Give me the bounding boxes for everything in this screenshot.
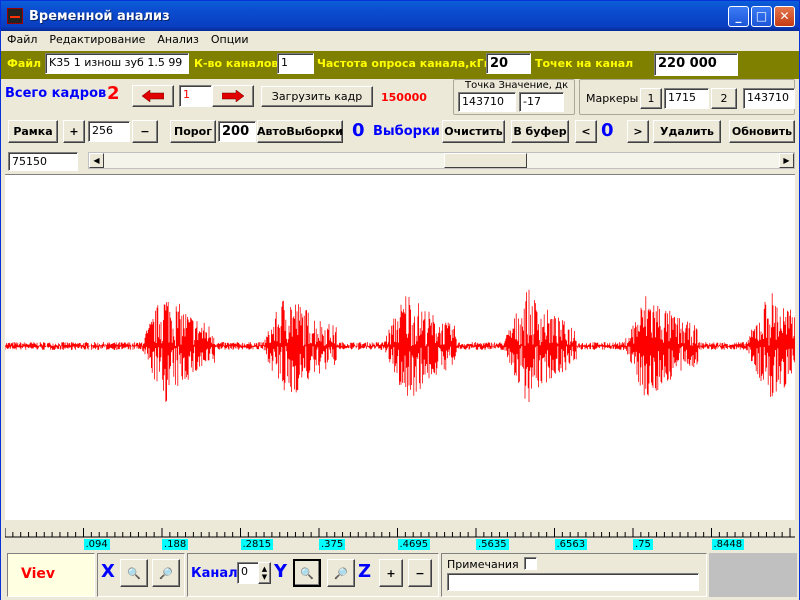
z-plus-button[interactable]: + <box>379 559 403 587</box>
menu-analysis[interactable]: Анализ <box>151 31 205 50</box>
status-panel <box>709 553 797 597</box>
threshold-button[interactable]: Порог <box>170 120 216 143</box>
samples-toolbar: Рамка + 256 − Порог 200 АвтоВыборки 0 Вы… <box>1 118 799 146</box>
menu-bar: Файл Редактирование Анализ Опции <box>1 31 799 50</box>
view-label: Viev <box>21 566 56 582</box>
threshold-field[interactable]: 200 <box>218 121 256 142</box>
x-zoom-out-button[interactable]: 🔎 <box>152 559 180 587</box>
position-field[interactable]: 75150 <box>8 152 78 171</box>
minimize-button[interactable]: _ <box>728 6 749 27</box>
channel-spinner[interactable]: ▲ ▼ <box>258 562 271 584</box>
buffer-next-button[interactable]: > <box>627 120 649 143</box>
main-window: Временной анализ _ □ ✕ Файл Редактирован… <box>0 0 800 600</box>
y-zoom-in-button[interactable]: 🔍 <box>293 559 321 587</box>
window-title: Временной анализ <box>29 8 170 24</box>
right-arrow-icon <box>222 90 244 102</box>
notes-field[interactable] <box>447 573 699 591</box>
left-arrow-icon <box>142 90 164 102</box>
zoom-in-icon: 🔍 <box>127 566 141 580</box>
markers-label: Маркеры <box>586 92 639 105</box>
title-bar[interactable]: Временной анализ _ □ ✕ <box>1 1 799 31</box>
zoom-in-icon: 🔍 <box>300 566 314 580</box>
sample-rate-label: Частота опроса канала,кГц <box>317 57 492 70</box>
point-group-label: Точка Значение, дк <box>465 80 569 91</box>
file-info-bar: Файл K35 1 изнош зуб 1.5 99 К-во каналов… <box>1 51 799 79</box>
frames-label: Всего кадров <box>5 86 107 101</box>
signal-trace <box>4 289 795 402</box>
sample-rate-field[interactable]: 20 <box>486 53 531 74</box>
x-axis-label: X <box>101 561 115 582</box>
maximize-button[interactable]: □ <box>751 6 772 27</box>
channels-field[interactable]: 1 <box>277 53 314 74</box>
scroll-thumb[interactable] <box>444 153 527 168</box>
notes-label: Примечания <box>447 558 519 571</box>
channel-label: Канал <box>191 566 238 581</box>
file-label: Файл <box>7 57 42 70</box>
frame-button[interactable]: Рамка <box>8 120 58 143</box>
scroll-right-icon[interactable]: ▶ <box>779 153 794 168</box>
horizontal-scrollbar[interactable]: ◀ ▶ <box>88 152 795 169</box>
next-frame-button[interactable] <box>212 85 254 107</box>
marker2-field[interactable]: 143710 <box>743 88 795 109</box>
to-buffer-button[interactable]: В буфер <box>511 120 569 143</box>
signal-plot[interactable] <box>4 174 795 520</box>
prev-frame-button[interactable] <box>132 85 174 107</box>
y-zoom-out-button[interactable]: 🔎 <box>327 559 355 587</box>
delete-button[interactable]: Удалить <box>653 120 721 143</box>
scroll-left-icon[interactable]: ◀ <box>89 153 104 168</box>
menu-file[interactable]: Файл <box>1 31 43 50</box>
point-field[interactable]: 143710 <box>458 92 516 112</box>
buffer-count: 0 <box>601 120 614 141</box>
y-axis-label: Y <box>274 561 288 582</box>
point-value-field[interactable]: -17 <box>519 92 564 112</box>
menu-options[interactable]: Опции <box>205 31 255 50</box>
time-axis: .094.188.2815.375.4695.5635.6563.75.8448 <box>4 520 795 551</box>
bottom-controls: Viev X 🔍 🔎 Канал 0 ▲ ▼ Y 🔍 🔎 Z + − Примеч… <box>1 550 799 600</box>
signal-waveform <box>4 289 795 402</box>
load-frame-button[interactable]: Загрузить кадр <box>261 86 373 107</box>
auto-samples-button[interactable]: АвтоВыборки <box>257 120 343 143</box>
refresh-button[interactable]: Обновить <box>729 120 795 143</box>
x-zoom-in-button[interactable]: 🔍 <box>120 559 148 587</box>
marker1-button[interactable]: 1 <box>640 88 662 109</box>
samples-label: Выборки <box>373 124 440 139</box>
load-count: 150000 <box>381 91 427 104</box>
z-minus-button[interactable]: − <box>408 559 432 587</box>
close-button[interactable]: ✕ <box>774 6 795 27</box>
frame-panel: Всего кадров 2 1 Загрузить кадр 150000 Т… <box>1 79 799 118</box>
clear-button[interactable]: Очистить <box>442 120 505 143</box>
marker2-button[interactable]: 2 <box>711 88 737 109</box>
zoom-out-icon: 🔎 <box>159 566 173 580</box>
frames-count: 2 <box>107 83 120 104</box>
channels-label: К-во каналов <box>194 57 279 70</box>
marker1-field[interactable]: 1715 <box>664 88 709 109</box>
position-bar: 75150 ◀ ▶ <box>1 146 799 174</box>
zoom-out-icon: 🔎 <box>334 566 348 580</box>
z-axis-label: Z <box>358 561 372 582</box>
frame-number-field[interactable]: 1 <box>179 85 212 107</box>
window-minus-button[interactable]: − <box>132 120 158 143</box>
points-label: Точек на канал <box>535 57 634 70</box>
channel-field[interactable]: 0 <box>237 562 259 584</box>
app-icon <box>7 8 23 24</box>
file-name-field[interactable]: K35 1 изнош зуб 1.5 99 <box>45 53 189 74</box>
points-field[interactable]: 220 000 <box>654 53 738 76</box>
buffer-prev-button[interactable]: < <box>575 120 597 143</box>
axis-ticks <box>4 528 795 538</box>
window-plus-button[interactable]: + <box>63 120 85 143</box>
notes-checkbox[interactable] <box>524 557 537 570</box>
window-size-field[interactable]: 256 <box>88 121 130 142</box>
menu-edit[interactable]: Редактирование <box>43 31 151 50</box>
samples-count: 0 <box>352 120 365 141</box>
